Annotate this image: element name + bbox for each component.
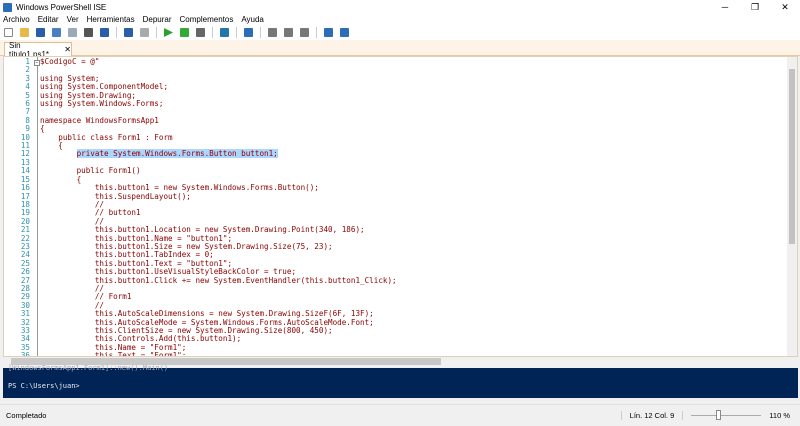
cut-icon[interactable] xyxy=(52,28,61,37)
cursor-position: Lín. 12 Col. 9 xyxy=(620,411,684,420)
code-line[interactable]: $CodigoC = @" xyxy=(40,57,397,66)
toolbar-separator xyxy=(236,27,237,38)
vertical-scrollbar[interactable] xyxy=(787,57,797,356)
zoom-slider-knob[interactable] xyxy=(716,410,722,420)
code-line[interactable]: using System.Windows.Forms; xyxy=(40,99,397,108)
show-script-top-icon[interactable] xyxy=(268,28,277,37)
save-icon[interactable] xyxy=(36,28,45,37)
tab-script[interactable]: Sin título1.ps1* ✕ xyxy=(4,41,72,59)
code-line[interactable]: public Form1() xyxy=(40,166,397,175)
menu-item-depurar[interactable]: Depurar xyxy=(143,15,172,24)
toolbar-separator xyxy=(116,27,117,38)
code-line[interactable]: namespace WindowsFormsApp1 xyxy=(40,116,397,125)
toolbar-separator xyxy=(260,27,261,38)
status-bar: Completado Lín. 12 Col. 9 110 % xyxy=(0,404,800,426)
run-icon[interactable] xyxy=(164,28,173,37)
menu-item-herramientas[interactable]: Herramientas xyxy=(87,15,135,24)
toolbar xyxy=(0,25,800,40)
close-button[interactable]: ✕ xyxy=(770,2,800,13)
paste-icon[interactable] xyxy=(84,28,93,37)
toolbar-separator xyxy=(316,27,317,38)
menu-item-ayuda[interactable]: Ayuda xyxy=(241,15,264,24)
show-command-icon[interactable] xyxy=(324,28,333,37)
maximize-button[interactable]: ❐ xyxy=(740,2,770,13)
code-line[interactable]: private System.Windows.Forms.Button butt… xyxy=(40,149,397,159)
code-area[interactable]: $CodigoC = @" using System; using System.… xyxy=(40,57,397,356)
open-icon[interactable] xyxy=(20,28,29,37)
clear-icon[interactable] xyxy=(100,28,109,37)
show-script-max-icon[interactable] xyxy=(300,28,309,37)
scroll-thumb[interactable] xyxy=(789,69,795,244)
console-prompt[interactable]: PS C:\Users\juan> xyxy=(8,382,798,391)
copy-icon[interactable] xyxy=(68,28,77,37)
menu-bar: Archivo Editar Ver Herramientas Depurar Compl… xyxy=(0,14,800,25)
powershell-icon[interactable] xyxy=(244,28,253,37)
remote-icon[interactable] xyxy=(220,28,229,37)
script-editor[interactable]: 1 2 3 4 5 6 7 8 9 10 11 12 13 14 15 16 17 18 19 20 21 22 23 24 2… xyxy=(3,56,798,357)
undo-icon[interactable] xyxy=(124,28,133,37)
zoom-level: 110 % xyxy=(769,411,790,420)
menu-item-archivo[interactable]: Archivo xyxy=(3,15,30,24)
status-text: Completado xyxy=(6,411,47,420)
tab-bar: Sin título1.ps1* ✕ xyxy=(0,40,800,59)
title-bar: Windows PowerShell ISE ─ ❐ ✕ xyxy=(0,0,800,14)
toolbar-separator xyxy=(156,27,157,38)
selected-text[interactable]: private System.Windows.Forms.Button butt… xyxy=(76,149,278,159)
console-output: [WindowsFormsApp1.Form1]::new().Main() xyxy=(8,364,169,372)
powershell-app-icon xyxy=(3,2,12,12)
line-numbers: 1 2 3 4 5 6 7 8 9 10 11 12 13 14 15 16 17 18 19 20 21 22 23 24 2… xyxy=(4,57,30,356)
minimize-button[interactable]: ─ xyxy=(710,2,740,13)
zoom-slider[interactable] xyxy=(691,410,762,420)
code-line[interactable]: public class Form1 : Form xyxy=(40,133,397,142)
redo-icon[interactable] xyxy=(140,28,149,37)
show-addon-icon[interactable] xyxy=(340,28,349,37)
new-icon[interactable] xyxy=(4,28,13,37)
menu-item-ver[interactable]: Ver xyxy=(67,15,79,24)
stop-icon[interactable] xyxy=(196,28,205,37)
menu-item-complementos[interactable]: Complementos xyxy=(180,15,234,24)
fold-guide xyxy=(37,57,38,356)
run-selection-icon[interactable] xyxy=(180,28,189,37)
menu-item-editar[interactable]: Editar xyxy=(38,15,59,24)
tab-close-icon[interactable]: ✕ xyxy=(64,45,71,54)
show-script-right-icon[interactable] xyxy=(284,28,293,37)
window-title: Windows PowerShell ISE xyxy=(16,2,107,12)
console-pane[interactable]: [WindowsFormsApp1.Form1]::new().Main() P… xyxy=(3,364,798,398)
toolbar-separator xyxy=(212,27,213,38)
